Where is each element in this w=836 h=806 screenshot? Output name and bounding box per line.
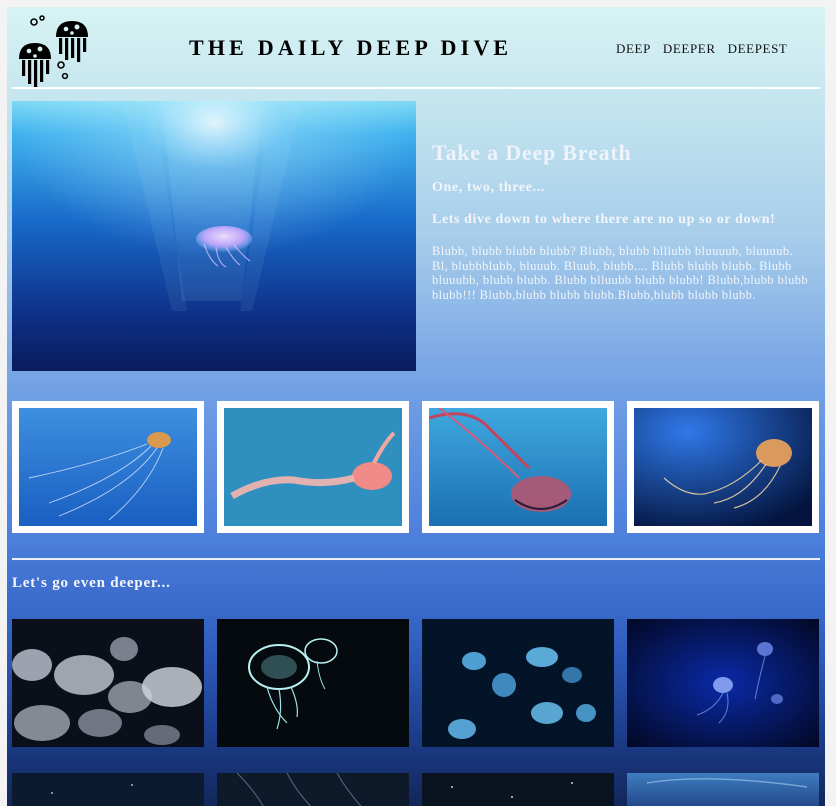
- thumbnail-4[interactable]: [627, 401, 819, 533]
- gallery-image-5[interactable]: [12, 773, 204, 806]
- gallery-image-4[interactable]: [627, 619, 819, 747]
- gallery-row-2: [12, 773, 822, 806]
- jellyfish-logo-icon[interactable]: [15, 13, 91, 89]
- section-title: Let's go even deeper...: [12, 575, 171, 591]
- site-header: THE DAILY DEEP DIVE DEEP DEEPER DEEPEST: [7, 7, 825, 89]
- gallery-image-8[interactable]: [627, 773, 819, 806]
- hero-subheading: One, two, three...: [432, 180, 545, 195]
- nav-item-deepest[interactable]: DEEPEST: [728, 41, 788, 57]
- thumbnail-2[interactable]: [217, 401, 409, 533]
- thumbnail-row: [12, 401, 822, 535]
- gallery-image-1[interactable]: [12, 619, 204, 747]
- site-title: THE DAILY DEEP DIVE: [189, 35, 513, 60]
- gallery-image-7[interactable]: [422, 773, 614, 806]
- hero-heading: Take a Deep Breath: [432, 140, 632, 165]
- nav-item-deeper[interactable]: DEEPER: [663, 41, 716, 57]
- nav-item-deep[interactable]: DEEP: [616, 41, 651, 57]
- section-divider: [12, 558, 820, 560]
- gallery-image-6[interactable]: [217, 773, 409, 806]
- page: THE DAILY DEEP DIVE DEEP DEEPER DEEPEST: [7, 7, 825, 806]
- gallery-row: [12, 619, 822, 747]
- gallery-image-3[interactable]: [422, 619, 614, 747]
- hero-jellyfish-image: [12, 101, 416, 371]
- hero-tagline: Lets dive down to where there are no up …: [432, 212, 776, 227]
- header-divider: [12, 87, 820, 89]
- hero-body: Blubb, blubb blubb blubb? Blubb, blubb b…: [432, 244, 809, 302]
- main-nav: DEEP DEEPER DEEPEST: [616, 41, 787, 57]
- hero-text: Take a Deep Breath One, two, three... Le…: [432, 140, 812, 302]
- thumbnail-3[interactable]: [422, 401, 614, 533]
- thumbnail-1[interactable]: [12, 401, 204, 533]
- gallery-image-2[interactable]: [217, 619, 409, 747]
